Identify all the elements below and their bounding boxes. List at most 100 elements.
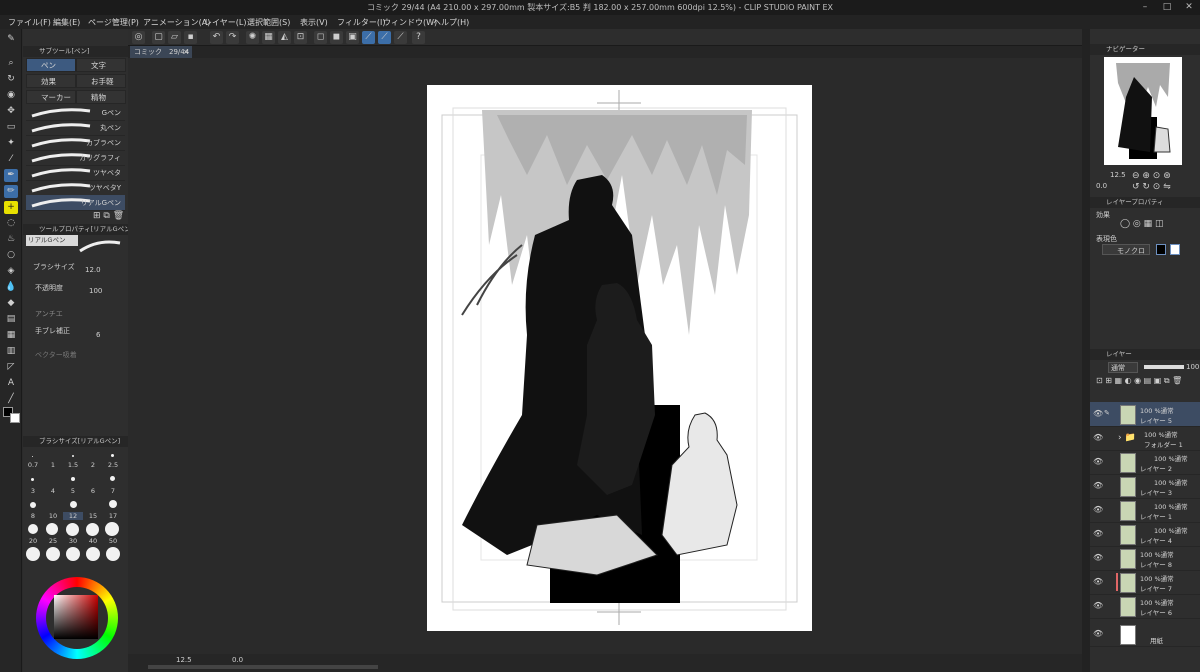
maximize-icon[interactable]: □: [1160, 1, 1174, 13]
white-color-swatch[interactable]: [1170, 244, 1180, 255]
eyedropper-icon[interactable]: ⁄: [4, 153, 18, 166]
fill-icon[interactable]: ◆: [4, 297, 18, 310]
layer-row[interactable]: 👁 用紙: [1090, 622, 1200, 647]
snap-ruler-icon[interactable]: ⟋: [362, 31, 375, 44]
size-cell[interactable]: 4: [43, 487, 63, 495]
eraser-icon[interactable]: ◈: [4, 265, 18, 278]
black-color-swatch[interactable]: [1156, 244, 1166, 255]
size-cell[interactable]: 8: [23, 512, 43, 520]
size-cell[interactable]: 17: [103, 512, 123, 520]
visibility-eye-icon[interactable]: 👁: [1093, 529, 1103, 538]
subtool-tab-effect[interactable]: 効果: [26, 74, 76, 88]
stabilization-value[interactable]: 6: [96, 331, 100, 339]
size-cell[interactable]: 6: [83, 487, 103, 495]
layer-row[interactable]: 👁 100 %通常 レイヤー 2: [1090, 450, 1200, 475]
brush-item[interactable]: カリグラフィ: [26, 150, 125, 166]
opacity-value[interactable]: 100: [89, 287, 102, 295]
zoom-icon[interactable]: ⌕: [4, 57, 18, 70]
decoration-tool-icon[interactable]: +: [4, 201, 18, 214]
layer-row[interactable]: 👁 100 %通常 レイヤー 6: [1090, 594, 1200, 619]
status-angle[interactable]: 0.0: [232, 656, 243, 664]
blend-mode-select[interactable]: 通常: [1108, 362, 1138, 373]
navigator-angle[interactable]: 0.0: [1096, 182, 1107, 190]
document-tab[interactable]: コミック 29/44 ×: [130, 46, 192, 58]
subtool-tab-pen[interactable]: ペン: [26, 58, 76, 72]
save-icon[interactable]: ▪: [184, 31, 197, 44]
navigator-zoom-buttons[interactable]: ⊖ ⊕ ⊙ ⊛: [1132, 171, 1171, 181]
ellipse-icon[interactable]: ○: [4, 249, 18, 262]
brush-item[interactable]: カブラペン: [26, 135, 125, 151]
pen-tool-icon[interactable]: ✒: [4, 169, 18, 182]
ruler-icon[interactable]: ◸: [4, 361, 18, 374]
layer-row[interactable]: 👁 100 %通常 レイヤー 8: [1090, 546, 1200, 571]
menu-selection[interactable]: 選択範囲(S): [247, 17, 290, 28]
size-cell[interactable]: 30: [63, 537, 83, 545]
brush-size-value[interactable]: 12.0: [85, 266, 101, 274]
size-cell[interactable]: 5: [63, 487, 83, 495]
size-cell[interactable]: 1.5: [63, 461, 83, 469]
size-cell[interactable]: 7: [103, 487, 123, 495]
text-icon[interactable]: A: [4, 377, 18, 390]
app-icon[interactable]: ◎: [132, 31, 145, 44]
visibility-eye-icon[interactable]: 👁: [1093, 577, 1103, 586]
transform-icon[interactable]: ⊡: [294, 31, 307, 44]
figure-icon[interactable]: ▦: [4, 329, 18, 342]
layer-row[interactable]: 👁 100 %通常 レイヤー 4: [1090, 522, 1200, 547]
visibility-eye-icon[interactable]: 👁: [1093, 553, 1103, 562]
magic-wand-icon[interactable]: ✦: [4, 137, 18, 150]
vertical-scrollbar[interactable]: [1082, 29, 1090, 672]
clear-outside-icon[interactable]: ▦: [262, 31, 275, 44]
size-cell[interactable]: 10: [43, 512, 63, 520]
layer-opacity-slider[interactable]: [1144, 365, 1184, 369]
visibility-eye-icon[interactable]: 👁: [1093, 629, 1103, 638]
blend-icon[interactable]: 💧: [4, 281, 18, 294]
visibility-eye-icon[interactable]: 👁: [1093, 481, 1103, 490]
move-icon[interactable]: ✥: [4, 105, 18, 118]
redo-icon[interactable]: ↷: [226, 31, 239, 44]
brush-item[interactable]: ツヤベタ: [26, 165, 125, 181]
clear-icon[interactable]: ✺: [246, 31, 259, 44]
navigator-preview[interactable]: [1104, 57, 1182, 165]
size-cell[interactable]: 2: [83, 461, 103, 469]
airbrush-icon[interactable]: ♨: [4, 233, 18, 246]
correct-line-icon[interactable]: ╱: [4, 393, 18, 406]
fill-selection-icon[interactable]: ◭: [278, 31, 291, 44]
tool-pen-icon[interactable]: ✎: [4, 33, 18, 46]
navigator-zoom[interactable]: 12.5: [1110, 171, 1126, 179]
horizontal-scrollbar[interactable]: [148, 665, 378, 669]
size-cell[interactable]: 2.5: [103, 461, 123, 469]
menu-animation[interactable]: アニメーション(A): [143, 17, 210, 28]
menu-layer[interactable]: レイヤー(L): [204, 17, 246, 28]
expression-color-select[interactable]: モノクロ: [1102, 244, 1150, 255]
selection-border-icon[interactable]: ▣: [346, 31, 359, 44]
layer-row[interactable]: 👁 › 📁 100 %通常 フォルダー 1: [1090, 426, 1200, 451]
layer-row[interactable]: 👁 100 %通常 レイヤー 1: [1090, 498, 1200, 523]
deselect-icon[interactable]: ◻: [314, 31, 327, 44]
size-cell[interactable]: 0.7: [23, 461, 43, 469]
snap-special-ruler-icon[interactable]: ⟋: [378, 31, 391, 44]
help-icon[interactable]: ?: [412, 31, 425, 44]
layer-effect-icons[interactable]: ◯ ◎ ▦ ◫: [1120, 219, 1164, 229]
visibility-eye-icon[interactable]: 👁: [1093, 457, 1103, 466]
layer-row[interactable]: 👁 100 %通常 レイヤー 3: [1090, 474, 1200, 499]
saturation-square[interactable]: [54, 595, 98, 639]
menu-window[interactable]: ウィンドウ(W): [383, 17, 437, 28]
menu-help[interactable]: ヘルプ(H): [433, 17, 469, 28]
rotate-icon[interactable]: ↻: [4, 73, 18, 86]
visibility-eye-icon[interactable]: 👁: [1093, 409, 1103, 418]
undo-icon[interactable]: ↶: [210, 31, 223, 44]
size-cell[interactable]: 40: [83, 537, 103, 545]
minimize-icon[interactable]: –: [1138, 1, 1152, 13]
size-cell[interactable]: 25: [43, 537, 63, 545]
menu-file[interactable]: ファイル(F): [8, 17, 51, 28]
visibility-eye-icon[interactable]: 👁: [1093, 505, 1103, 514]
brush-item[interactable]: リアルGペン: [26, 195, 125, 211]
status-zoom[interactable]: 12.5: [176, 656, 192, 664]
menu-filter[interactable]: フィルター(I): [337, 17, 385, 28]
open-file-icon[interactable]: ▱: [168, 31, 181, 44]
sub-color-swatch[interactable]: [10, 413, 20, 423]
size-cell[interactable]: 3: [23, 487, 43, 495]
size-cell-selected[interactable]: 12: [63, 512, 83, 520]
object-select-icon[interactable]: ◉: [4, 89, 18, 102]
navigator-rotate-buttons[interactable]: ↺ ↻ ⊙ ⇋: [1132, 182, 1171, 192]
